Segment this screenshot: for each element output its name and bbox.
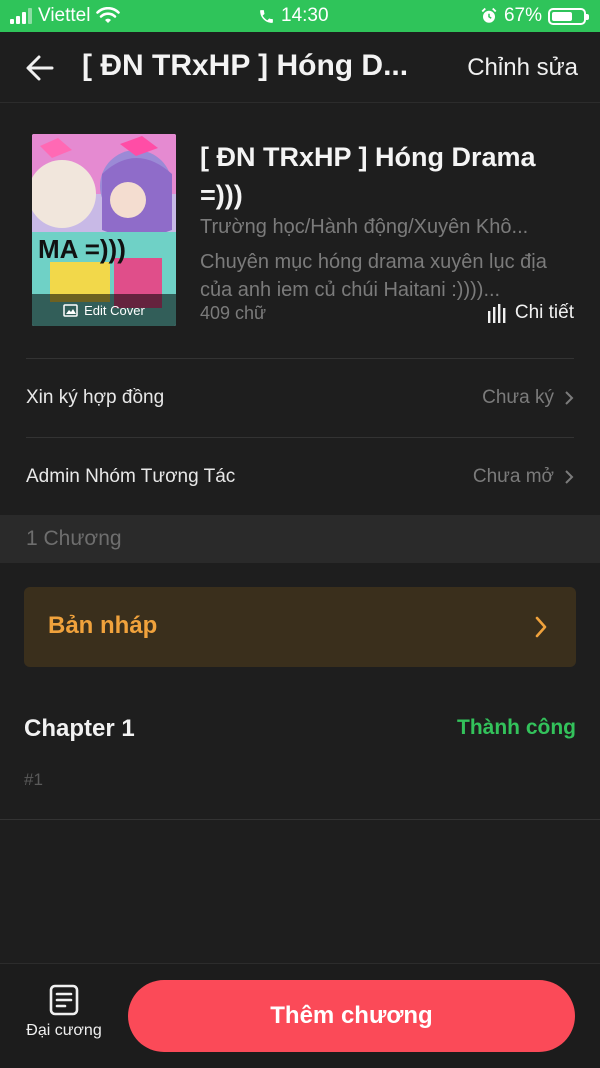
admin-group-row[interactable]: Admin Nhóm Tương Tác Chưa mở bbox=[26, 457, 574, 497]
status-bar: Viettel 14:30 67% bbox=[0, 0, 600, 32]
draft-label: Bản nháp bbox=[48, 612, 158, 639]
carrier-name: Viettel bbox=[38, 5, 91, 26]
divider bbox=[26, 437, 574, 438]
contract-row[interactable]: Xin ký hợp đồng Chưa ký bbox=[26, 378, 574, 418]
cover-text: MA =))) bbox=[38, 234, 126, 264]
cellular-signal-icon bbox=[10, 8, 32, 24]
battery-percent: 67% bbox=[503, 5, 542, 26]
contract-status: Chưa ký bbox=[482, 387, 574, 409]
story-genres: Trường học/Hành động/Xuyên Khô... bbox=[200, 216, 529, 238]
detail-label: Chi tiết bbox=[514, 302, 574, 323]
chevron-right-icon bbox=[535, 616, 547, 638]
contract-status-text: Chưa ký bbox=[482, 387, 554, 408]
outline-label: Đại cương bbox=[26, 1022, 102, 1039]
contract-label: Xin ký hợp đồng bbox=[26, 387, 165, 408]
chapters-header: 1 Chương bbox=[0, 515, 600, 563]
status-left: Viettel bbox=[10, 5, 121, 27]
status-time: 14:30 bbox=[281, 5, 329, 26]
image-icon bbox=[63, 303, 78, 317]
chevron-right-icon bbox=[565, 470, 574, 484]
chapter-status: Thành công bbox=[457, 716, 576, 739]
admin-group-status-text: Chưa mở bbox=[472, 466, 554, 487]
divider bbox=[26, 358, 574, 359]
phone-call-icon bbox=[260, 9, 273, 23]
edit-button[interactable]: Chỉnh sửa bbox=[467, 54, 578, 82]
story-cover[interactable]: MA =))) Edit Cover bbox=[32, 134, 176, 326]
chapter-title: Chapter 1 bbox=[24, 715, 135, 742]
outline-button[interactable]: Đại cương bbox=[18, 984, 110, 1050]
battery-icon bbox=[548, 7, 589, 25]
edit-cover-button[interactable]: Edit Cover bbox=[32, 294, 176, 326]
wifi-icon bbox=[96, 7, 121, 23]
alarm-icon bbox=[481, 7, 497, 23]
chapter-number: #1 bbox=[24, 770, 43, 789]
back-arrow-icon[interactable] bbox=[22, 50, 58, 86]
story-description: Chuyên mục hóng drama xuyên lục địa của … bbox=[200, 251, 547, 301]
story-title: [ ĐN TRxHP ] Hóng Drama =))) bbox=[200, 142, 536, 210]
add-chapter-button[interactable]: Thêm chương bbox=[128, 980, 575, 1052]
edit-cover-label: Edit Cover bbox=[84, 302, 145, 318]
draft-card[interactable]: Bản nháp bbox=[24, 587, 576, 667]
admin-group-label: Admin Nhóm Tương Tác bbox=[26, 466, 236, 487]
status-center: 14:30 bbox=[258, 5, 329, 27]
stats-bars-icon bbox=[487, 304, 506, 323]
document-icon bbox=[49, 984, 79, 1016]
divider bbox=[0, 819, 600, 820]
story-detail-button[interactable]: Chi tiết bbox=[487, 302, 574, 324]
page-title: [ ĐN TRxHP ] Hóng D... bbox=[82, 49, 409, 82]
navigation-bar: [ ĐN TRxHP ] Hóng D... Chỉnh sửa bbox=[0, 32, 600, 103]
bottom-bar: Đại cương Thêm chương bbox=[0, 963, 600, 1068]
chevron-right-icon bbox=[565, 391, 574, 405]
status-right: 67% bbox=[480, 5, 589, 27]
chapters-count: 1 Chương bbox=[26, 527, 122, 550]
admin-group-status: Chưa mở bbox=[473, 466, 574, 488]
word-count: 409 chữ bbox=[200, 303, 267, 323]
